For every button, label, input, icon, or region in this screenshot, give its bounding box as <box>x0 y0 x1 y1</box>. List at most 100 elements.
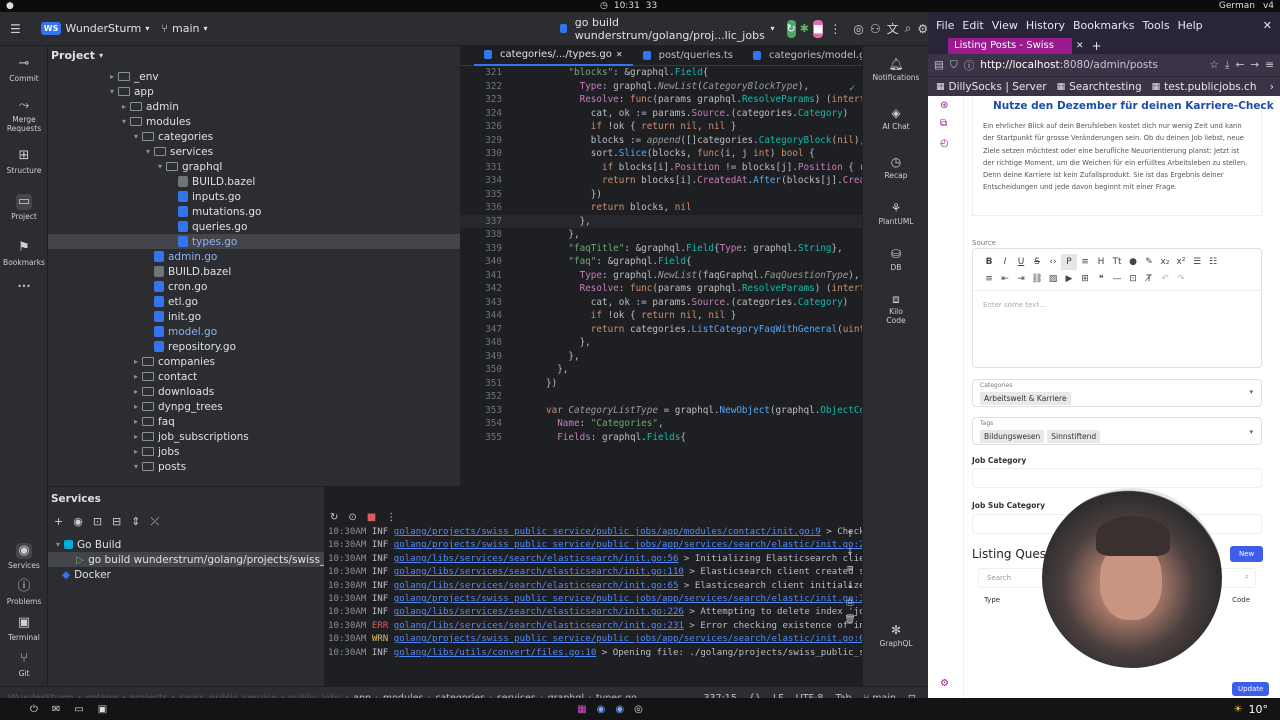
line-number[interactable]: 330 <box>460 147 508 161</box>
folder-icon[interactable]: ▣ <box>98 704 107 715</box>
run-console[interactable]: 10:30AM INF golang/projects/swiss_public… <box>324 526 862 676</box>
tree-folder[interactable]: ▸ job_subscriptions <box>48 429 460 444</box>
debug-icon[interactable]: ✱ <box>800 20 809 38</box>
tool-services[interactable]: ◉ Services <box>0 538 48 574</box>
paragraph-icon[interactable]: P <box>1061 254 1077 270</box>
log-path-link[interactable]: golang/libs/services/search/elasticsearc… <box>394 621 684 631</box>
tool-bookmarks[interactable]: ⚑ Bookmarks <box>0 230 48 276</box>
menu-tools[interactable]: Tools <box>1142 19 1169 32</box>
settings-gear-icon[interactable]: ⚙ <box>940 678 949 689</box>
undo-icon[interactable]: ↶ <box>1157 271 1173 287</box>
embed-icon[interactable]: ⊡ <box>1125 271 1141 287</box>
browser-app-icon[interactable]: ◉ <box>615 704 624 715</box>
tree-folder[interactable]: ▾ posts <box>48 459 460 474</box>
new-tab-icon[interactable]: ⊡ <box>93 515 102 529</box>
more-tools[interactable]: ••• <box>0 276 48 296</box>
tag-chip[interactable]: Bildungswesen <box>980 430 1045 443</box>
camera-icon[interactable]: ⊙ <box>348 512 356 526</box>
more-options-icon[interactable]: ⋮ <box>829 21 841 37</box>
line-number[interactable]: 350 <box>460 363 508 377</box>
new-tab-icon[interactable]: + <box>1092 39 1102 53</box>
chevron-right-icon[interactable]: ▸ <box>130 372 142 381</box>
tree-file[interactable]: repository.go <box>48 339 460 354</box>
collapse-icon[interactable]: ⤫ <box>150 515 159 529</box>
tree-folder[interactable]: ▸ companies <box>48 354 460 369</box>
editor-tab[interactable]: categories/model.go <box>743 46 862 66</box>
subscript-icon[interactable]: x₂ <box>1157 254 1173 270</box>
tool-commit[interactable]: ⊸ Commit <box>0 46 48 92</box>
chevron-right-icon[interactable]: ▸ <box>130 417 142 426</box>
log-path-link[interactable]: golang/projects/swiss_public_service/pub… <box>394 527 821 537</box>
translate-icon[interactable]: 文 <box>887 21 899 37</box>
add-icon[interactable]: + <box>54 515 63 529</box>
log-path-link[interactable]: golang/projects/swiss_public_service/pub… <box>394 634 862 644</box>
line-number[interactable]: 342 <box>460 282 508 296</box>
editor-tab[interactable]: categories/.../types.go ✕ <box>474 46 633 66</box>
bookmark-item[interactable]: DillySocks | Server <box>949 81 1047 93</box>
star-icon[interactable]: ☆ <box>1209 59 1218 71</box>
line-number[interactable]: 340 <box>460 255 508 269</box>
project-header[interactable]: Project ▾ <box>48 46 460 64</box>
line-number[interactable]: 355 <box>460 431 508 445</box>
settings-gear-icon[interactable]: ⚙ <box>917 21 928 37</box>
tree-folder[interactable]: ▸ _env <box>48 69 460 84</box>
expand-icon[interactable]: ⇕ <box>131 515 140 529</box>
bullet-list-icon[interactable]: ☰ <box>1189 254 1205 270</box>
update-button[interactable]: Update <box>1232 682 1270 696</box>
categories-select[interactable]: Categories Arbeitswelt & Karriere ▾ <box>972 379 1262 407</box>
chevron-down-icon[interactable]: ▾ <box>130 132 142 141</box>
forward-icon[interactable]: → <box>1250 59 1259 71</box>
col-type[interactable]: Type <box>984 596 1000 612</box>
arrow-down-icon[interactable]: ↓ <box>846 547 854 557</box>
line-number[interactable]: 323 <box>460 93 508 107</box>
line-number[interactable]: 334 <box>460 174 508 188</box>
more-options-icon[interactable]: ⋮ <box>386 512 396 526</box>
log-path-link[interactable]: golang/libs/services/search/elasticsearc… <box>394 607 684 617</box>
tool-notifications[interactable]: 🔔︎ Notifications <box>863 46 929 92</box>
tree-file[interactable]: init.go <box>48 309 460 324</box>
new-button[interactable]: New <box>1230 546 1264 562</box>
chevron-right-icon[interactable]: ▸ <box>130 357 142 366</box>
line-number[interactable]: 348 <box>460 336 508 350</box>
trash-icon[interactable]: 🗑︎ <box>844 615 855 625</box>
shield-icon[interactable]: ⛉ <box>950 59 958 72</box>
tree-folder[interactable]: ▸ downloads <box>48 384 460 399</box>
power-icon[interactable]: ⏻ <box>30 704 38 715</box>
job-category-field[interactable] <box>972 468 1262 488</box>
print-icon[interactable]: ⎙ <box>846 598 853 608</box>
indent-icon[interactable]: ⇥ <box>1013 271 1029 287</box>
editor-body[interactable]: Enter some text... <box>973 291 1261 319</box>
stop-icon[interactable]: ■ <box>367 512 376 526</box>
code-area[interactable]: 321 "blocks": &graphql.Field{322 Type: g… <box>460 66 862 444</box>
add-user-icon[interactable]: ⚇ <box>870 21 881 37</box>
clear-format-icon[interactable]: T̸ <box>1141 271 1157 287</box>
tool-structure[interactable]: ⊞ Structure <box>0 138 48 184</box>
line-number[interactable]: 352 <box>460 390 508 404</box>
group-icon[interactable]: ⊟ <box>112 515 121 529</box>
tool-terminal[interactable]: ▣ Terminal <box>0 610 48 646</box>
chevron-right-icon[interactable]: ▸ <box>106 72 118 81</box>
branch-switcher[interactable]: ⑂ main ▾ <box>155 19 213 38</box>
download-icon[interactable]: ⤓ <box>1225 59 1230 72</box>
align-left-icon[interactable]: ≡ <box>981 271 997 287</box>
tool-plantuml[interactable]: ⚘ PlantUML <box>863 190 929 236</box>
chevron-down-icon[interactable]: ▾ <box>106 87 118 96</box>
line-number[interactable]: 336 <box>460 201 508 215</box>
service-item[interactable]: ▷ go build wunderstrum/golang/projects/sw… <box>48 552 374 567</box>
tree-folder[interactable]: ▾ categories <box>48 129 460 144</box>
chevron-right-icon[interactable]: ▸ <box>118 102 130 111</box>
menu-bookmarks[interactable]: Bookmarks <box>1073 19 1134 32</box>
link-icon[interactable]: ⛓ <box>1029 271 1045 287</box>
ide-app-icon[interactable]: ▦ <box>577 704 586 715</box>
tree-folder[interactable]: ▸ admin <box>48 99 460 114</box>
tree-file[interactable]: admin.go <box>48 249 460 264</box>
tree-file[interactable]: queries.go <box>48 219 460 234</box>
bookmark-item[interactable]: test.publicjobs.ch <box>1164 81 1256 93</box>
menu-help[interactable]: Help <box>1178 19 1203 32</box>
code-editor[interactable]: categories/.../types.go ✕ post/queries.ts… <box>460 46 862 486</box>
sidebar-nav-icon[interactable]: ⊛ <box>940 100 948 111</box>
col-code[interactable]: Code <box>1232 596 1250 612</box>
chevron-right-icon[interactable]: ▸ <box>130 387 142 396</box>
system-logo-icon[interactable]: ● <box>6 1 14 11</box>
line-number[interactable]: 337 <box>460 215 508 229</box>
